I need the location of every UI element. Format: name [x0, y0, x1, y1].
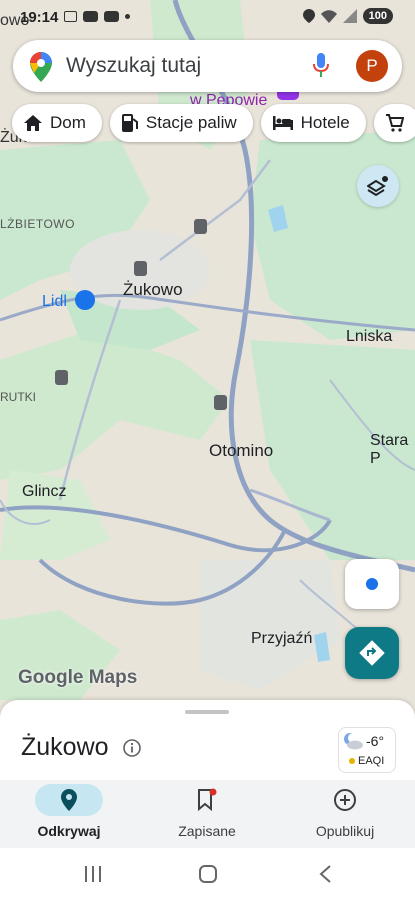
gas-station-icon	[121, 114, 138, 132]
add-circle-icon	[334, 789, 356, 811]
status-bar: 19:14 100	[0, 0, 415, 36]
nav-label: Odkrywaj	[37, 823, 101, 839]
layers-icon	[367, 176, 388, 197]
nav-label: Opublikuj	[315, 823, 375, 839]
drag-handle[interactable]	[185, 710, 229, 714]
battery-icon: 100	[362, 8, 393, 24]
place-sheet[interactable]: Żukowo -6° EAQI	[0, 700, 415, 782]
nav-saved-highlight	[173, 784, 241, 816]
location-icon	[302, 9, 315, 23]
weather-night-cloud-icon	[344, 733, 363, 750]
train-station-icon	[134, 261, 147, 276]
nav-explore[interactable]: Odkrywaj	[0, 780, 138, 848]
bookmark-icon	[198, 788, 217, 812]
wifi-icon	[320, 10, 337, 23]
search-input[interactable]: Wyszukaj tutaj	[66, 54, 201, 78]
info-icon[interactable]	[123, 739, 141, 757]
chip-label: Stacje paliw	[145, 113, 237, 132]
aqi-label: EAQI	[358, 755, 385, 767]
signal-icon	[342, 9, 357, 23]
chip-label: Hotele	[300, 113, 350, 132]
screenshot-icon	[64, 11, 77, 22]
shopping-cart-icon	[75, 290, 95, 310]
shopping-cart-icon	[385, 114, 404, 132]
chip-label: Dom	[50, 113, 86, 132]
microphone-icon[interactable]	[313, 53, 329, 79]
layers-button[interactable]	[357, 165, 399, 207]
home-button-icon[interactable]	[198, 864, 218, 884]
nav-label: Zapisane	[178, 823, 236, 839]
chip-shopping[interactable]	[373, 104, 415, 142]
home-icon	[24, 115, 42, 131]
category-chips: Dom Stacje paliw Hotele	[12, 104, 415, 142]
my-location-button[interactable]	[345, 559, 399, 609]
nav-contribute-highlight	[311, 784, 379, 816]
chip-hotels[interactable]: Hotele	[260, 104, 366, 142]
place-title: Żukowo	[21, 733, 109, 761]
bottom-navigation: Odkrywaj Zapisane Opublikuj	[0, 780, 415, 848]
my-location-icon	[366, 578, 378, 590]
train-station-icon	[194, 219, 207, 234]
nav-explore-highlight	[35, 784, 103, 816]
weather-widget[interactable]: -6° EAQI	[338, 727, 396, 773]
avatar[interactable]: P	[356, 50, 388, 82]
maps-pin-logo-icon	[30, 52, 52, 82]
system-navigation-bar	[0, 848, 415, 900]
youtube-icon	[83, 11, 98, 22]
nav-contribute[interactable]: Opublikuj	[276, 780, 414, 848]
google-maps-logo: Google Maps	[18, 667, 138, 688]
more-notifications-icon	[125, 14, 130, 19]
chip-home[interactable]: Dom	[12, 104, 102, 142]
hotel-bed-icon	[272, 116, 293, 130]
directions-button[interactable]	[345, 627, 399, 679]
weather-temperature: -6°	[366, 733, 385, 749]
back-icon[interactable]	[318, 864, 332, 884]
directions-icon	[359, 640, 385, 666]
aqi-indicator	[349, 758, 355, 764]
explore-pin-icon	[61, 789, 77, 811]
nav-saved[interactable]: Zapisane	[138, 780, 276, 848]
status-time: 19:14	[20, 9, 59, 26]
chip-gas-stations[interactable]: Stacje paliw	[109, 104, 253, 142]
youtube-icon	[104, 11, 119, 22]
recent-apps-icon[interactable]	[83, 865, 103, 883]
train-station-icon	[55, 370, 68, 385]
train-station-icon	[214, 395, 227, 410]
search-bar[interactable]: Wyszukaj tutaj P	[13, 40, 402, 92]
